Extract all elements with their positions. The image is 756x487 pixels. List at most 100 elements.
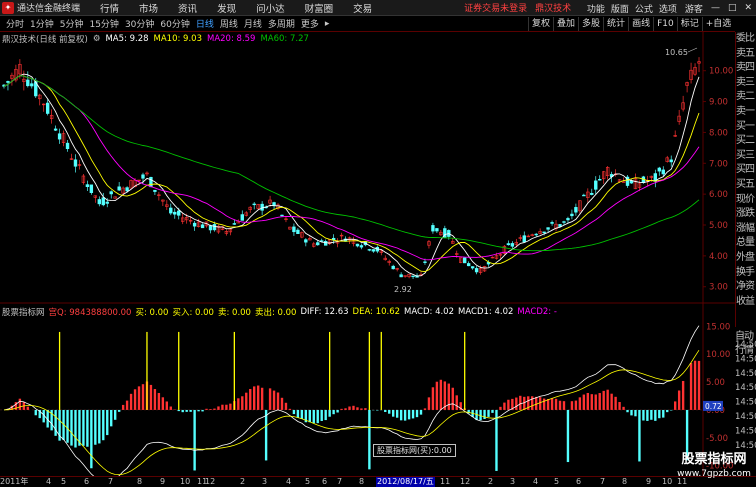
candle-body bbox=[117, 186, 121, 191]
side-auto[interactable]: 自动 bbox=[735, 330, 756, 344]
ma-line bbox=[3, 73, 700, 277]
side-panel-item[interactable]: 现价 bbox=[736, 193, 756, 208]
date-label: 6 bbox=[576, 477, 582, 486]
price-tick-label: 4.00 bbox=[709, 252, 728, 262]
price-tick-label: 8.00 bbox=[709, 128, 728, 138]
candle-body bbox=[566, 218, 570, 221]
side-panel-item[interactable]: 卖三 bbox=[736, 76, 756, 91]
side-panel-item[interactable]: 换手 bbox=[736, 266, 756, 281]
date-label: 6 bbox=[322, 477, 328, 486]
candle-body bbox=[534, 233, 538, 236]
side-panel-item[interactable]: 卖五 bbox=[736, 47, 756, 62]
high-price-label: 10.65 bbox=[665, 48, 688, 57]
candle-body bbox=[109, 191, 113, 195]
date-label: 9 bbox=[160, 477, 166, 486]
watermark-url: www.7gpzb.com bbox=[677, 469, 751, 479]
ma-line bbox=[3, 75, 700, 273]
candle-body bbox=[208, 225, 213, 231]
candle-body bbox=[391, 265, 395, 270]
candle-body bbox=[323, 241, 328, 246]
date-label: 3 bbox=[262, 477, 268, 486]
candle-body bbox=[280, 214, 284, 217]
candle-body bbox=[6, 81, 10, 83]
date-axis: 2011年 4 5 6 7 8 9 10 11 12 2 3 4 5 6 7 8 2012/08/17/五 11 12… bbox=[0, 476, 756, 487]
candle-body bbox=[153, 189, 157, 192]
watermark-title: 股票指标网 bbox=[681, 452, 747, 467]
candle-body bbox=[316, 242, 320, 246]
side-panel-item[interactable]: 卖四 bbox=[736, 61, 756, 76]
candle-body bbox=[594, 180, 598, 190]
side-panel-item[interactable]: 涨跌 bbox=[736, 207, 756, 222]
candle-body bbox=[30, 83, 34, 87]
side-panel-item[interactable]: 委比 bbox=[736, 32, 756, 47]
watermark: 股票指标网 www.7gpzb.com bbox=[672, 452, 756, 487]
date-label: 10 bbox=[662, 477, 673, 486]
candle-body bbox=[661, 169, 665, 175]
candle-body bbox=[192, 222, 197, 227]
date-label: 4 bbox=[533, 477, 539, 486]
price-tick-label: 6.00 bbox=[709, 190, 728, 200]
candle-body bbox=[292, 226, 296, 233]
candle-body bbox=[105, 201, 109, 204]
date-label: 2012/08/17/五 bbox=[376, 477, 435, 487]
side-panel-item[interactable]: 买二 bbox=[736, 134, 756, 149]
date-label: 7 bbox=[600, 477, 606, 486]
side-quote[interactable]: 行情 bbox=[735, 344, 756, 358]
side-panel-item[interactable]: 买五 bbox=[736, 178, 756, 193]
ma-line bbox=[3, 75, 700, 261]
candle-body bbox=[45, 102, 50, 114]
date-label: 5 bbox=[305, 477, 311, 486]
side-panel-item[interactable]: 总量 bbox=[736, 236, 756, 251]
candle-body bbox=[510, 243, 515, 247]
candle-body bbox=[542, 231, 546, 234]
date-label: 6 bbox=[84, 477, 90, 486]
date-label: 2 bbox=[240, 477, 246, 486]
candle-body bbox=[598, 179, 602, 181]
side-panel-item[interactable]: 卖一 bbox=[736, 105, 756, 120]
date-label: 12 bbox=[460, 477, 471, 486]
side-panel-item[interactable]: 涨幅 bbox=[736, 222, 756, 237]
time-label: 14:50 bbox=[735, 412, 756, 422]
ma-line bbox=[3, 75, 700, 252]
price-tick-label: 3.00 bbox=[709, 283, 728, 293]
time-label: 14:50 bbox=[735, 426, 756, 436]
candle-body bbox=[590, 193, 594, 195]
candle-body bbox=[296, 229, 300, 234]
candle-body bbox=[470, 266, 475, 269]
date-label: 8 bbox=[359, 477, 365, 486]
candle-body bbox=[546, 227, 550, 230]
candle-body bbox=[582, 194, 586, 197]
candle-body bbox=[149, 176, 153, 188]
candle-body bbox=[466, 263, 471, 267]
candle-body bbox=[252, 203, 256, 206]
side-panel-item[interactable]: 外盘 bbox=[736, 251, 756, 266]
indicator-tick-label: 10.00 bbox=[706, 350, 730, 360]
candle-body bbox=[169, 207, 173, 214]
side-panel-item[interactable]: 收益 bbox=[736, 295, 756, 310]
date-label: 8 bbox=[622, 477, 628, 486]
side-panel-item[interactable]: 买一 bbox=[736, 120, 756, 135]
side-panel-item[interactable]: 净资 bbox=[736, 280, 756, 295]
candle-body bbox=[474, 268, 479, 273]
candle-body bbox=[435, 228, 439, 232]
candle-body bbox=[89, 184, 94, 193]
date-label: 10 bbox=[180, 477, 191, 486]
candle-body bbox=[359, 245, 364, 248]
side-panel-item[interactable]: 卖二 bbox=[736, 90, 756, 105]
candle-body bbox=[304, 239, 308, 243]
date-label: 3 bbox=[510, 477, 516, 486]
indicator-tick-label: 5.00 bbox=[706, 378, 725, 388]
date-label: 5 bbox=[61, 477, 67, 486]
price-tick-label: 7.00 bbox=[709, 159, 728, 169]
side-panel-item[interactable]: 买三 bbox=[736, 149, 756, 164]
candle-body bbox=[73, 159, 78, 167]
chart-canvas[interactable]: 10.65 2.92 10.00 9.00 8.00 7.00 6.00 5.00 4.00 3… bbox=[0, 0, 756, 487]
candle-body bbox=[669, 159, 673, 163]
candle-body bbox=[57, 133, 62, 140]
side-panel-item[interactable]: 买四 bbox=[736, 163, 756, 178]
date-label: 5 bbox=[554, 477, 560, 486]
candle-body bbox=[125, 187, 129, 192]
candle-body bbox=[232, 223, 237, 225]
high-price-pointer bbox=[687, 47, 698, 53]
candle-body bbox=[522, 235, 526, 243]
